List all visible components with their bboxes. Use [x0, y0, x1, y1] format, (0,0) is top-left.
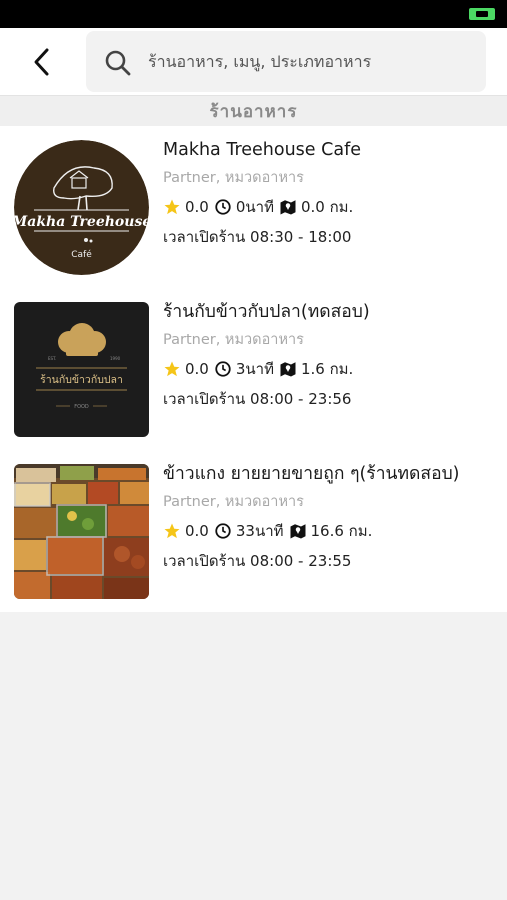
opening-hours: เวลาเปิดร้าน 08:00 - 23:56 — [163, 390, 352, 408]
clock-icon — [215, 523, 231, 539]
rating-value: 0.0 — [185, 198, 209, 216]
restaurant-name: Makha Treehouse Cafe — [163, 140, 362, 160]
restaurant-item[interactable]: EST. 1990 ร้านกับข้าวกับปลา FOOD ร้านกับ… — [0, 288, 507, 450]
map-icon — [280, 362, 296, 377]
distance-value: 1.6 กม. — [300, 360, 354, 378]
restaurant-photo — [14, 464, 149, 599]
time-value: 33นาที — [235, 522, 284, 540]
map-icon — [290, 524, 306, 539]
section-header: ร้านอาหาร — [0, 96, 507, 126]
search-input[interactable] — [148, 43, 478, 79]
opening-hours: เวลาเปิดร้าน 08:30 - 18:00 — [163, 228, 352, 246]
restaurant-meta: 0.0 3นาที 1.6 กม. — [163, 359, 498, 379]
restaurant-name: ข้าวแกง ยายยายขายถูก ๆ(ร้านทดสอบ) — [163, 464, 460, 484]
star-icon — [164, 199, 180, 215]
distance-value: 16.6 กม. — [310, 522, 373, 540]
distance-value: 0.0 กม. — [300, 198, 354, 216]
rating-value: 0.0 — [185, 522, 209, 540]
restaurant-info: Makha Treehouse Cafe Partner, หมวดอาหาร … — [163, 138, 498, 247]
restaurant-item[interactable]: Makha Treehouse Café Makha Treehouse Caf… — [0, 126, 507, 288]
back-button[interactable] — [22, 42, 62, 82]
restaurant-logo: Makha Treehouse Café — [14, 140, 149, 275]
time-value: 0นาที — [235, 198, 274, 216]
clock-icon — [215, 199, 231, 215]
restaurant-info: ข้าวแกง ยายยายขายถูก ๆ(ร้านทดสอบ) Partne… — [163, 462, 498, 571]
restaurant-list: Makha Treehouse Café Makha Treehouse Caf… — [0, 126, 507, 612]
clock-icon — [215, 361, 231, 377]
status-bar — [0, 0, 507, 28]
restaurant-category: Partner, หมวดอาหาร — [163, 170, 304, 186]
restaurant-item[interactable]: ข้าวแกง ยายยายขายถูก ๆ(ร้านทดสอบ) Partne… — [0, 450, 507, 612]
logo-text: ร้านกับข้าวกับปลา — [40, 374, 123, 386]
logo-subtext: FOOD — [74, 404, 89, 410]
restaurant-name: ร้านกับข้าวกับปลา(ทดสอบ) — [163, 302, 370, 322]
star-icon — [164, 523, 180, 539]
svg-text:EST.: EST. — [48, 356, 56, 361]
header — [0, 28, 507, 96]
battery-icon — [469, 8, 495, 20]
svg-text:1990: 1990 — [110, 356, 121, 361]
search-icon — [105, 50, 131, 76]
section-title: ร้านอาหาร — [209, 102, 298, 122]
logo-text: Makha Treehouse — [14, 214, 149, 230]
restaurant-category: Partner, หมวดอาหาร — [163, 332, 304, 348]
map-icon — [280, 200, 296, 215]
restaurant-category: Partner, หมวดอาหาร — [163, 494, 304, 510]
restaurant-meta: 0.0 0นาที 0.0 กม. — [163, 197, 498, 217]
restaurant-logo: EST. 1990 ร้านกับข้าวกับปลา FOOD — [14, 302, 149, 437]
logo-subtext: Café — [71, 249, 92, 260]
opening-hours: เวลาเปิดร้าน 08:00 - 23:55 — [163, 552, 352, 570]
search-box[interactable] — [86, 31, 486, 92]
restaurant-meta: 0.0 33นาที 16.6 กม. — [163, 521, 498, 541]
back-arrow-icon — [34, 48, 49, 76]
time-value: 3นาที — [235, 360, 274, 378]
rating-value: 0.0 — [185, 360, 209, 378]
restaurant-info: ร้านกับข้าวกับปลา(ทดสอบ) Partner, หมวดอา… — [163, 300, 498, 409]
star-icon — [164, 361, 180, 377]
